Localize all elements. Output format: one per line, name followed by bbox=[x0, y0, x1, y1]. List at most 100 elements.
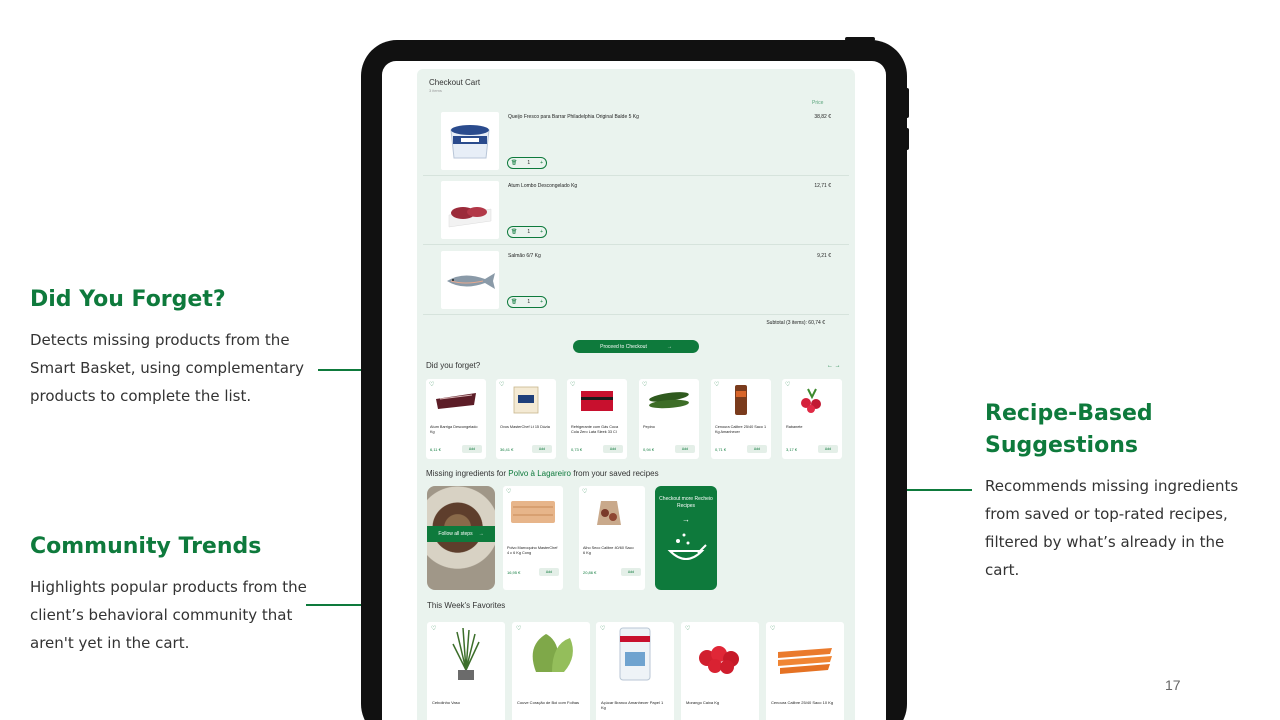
price-column-header: Price bbox=[812, 100, 824, 106]
product-image bbox=[735, 385, 747, 415]
callout-community-trends: Community Trends Highlights popular prod… bbox=[30, 531, 320, 657]
product-card[interactable]: ♡ Alho Seco Calibre 40/60 Saco 6 Kg 20,8… bbox=[579, 486, 645, 590]
product-name: Polvo Marroquino MasterChef 4 c 6 Kg Con… bbox=[507, 546, 558, 555]
callout-title: Community Trends bbox=[30, 534, 262, 559]
add-button[interactable]: Add bbox=[621, 568, 641, 576]
add-button[interactable]: Add bbox=[675, 445, 695, 453]
product-image bbox=[619, 627, 651, 681]
product-card[interactable]: ♡ Refrigerante com Gás Coca Cola Zero La… bbox=[567, 379, 627, 459]
product-image bbox=[649, 392, 689, 409]
product-name: Ovos MasterChef Lt 15 Dúzia bbox=[500, 425, 550, 429]
product-name: Refrigerante com Gás Coca Cola Zero Lata… bbox=[571, 425, 619, 434]
cart-subtotal: Subtotal (3 items): 60,74 € bbox=[766, 320, 825, 326]
callout-title: Recipe-Based Suggestions bbox=[985, 401, 1153, 458]
proceed-to-checkout-button[interactable]: Proceed to Checkout → bbox=[573, 340, 699, 353]
product-card[interactable]: ♡ Polvo Marroquino MasterChef 4 c 6 Kg C… bbox=[503, 486, 563, 590]
cart-title: Checkout Cart bbox=[429, 78, 481, 87]
favorite-product-card[interactable]: ♡ Couve Coração de Boi com Folhas bbox=[512, 622, 590, 720]
product-image bbox=[436, 393, 476, 409]
favorite-product-card[interactable]: ♡ Cenoura Calibre 25/40 Saco 10 Kg bbox=[766, 622, 844, 720]
plus-icon[interactable]: + bbox=[540, 160, 543, 166]
cooking-pan-icon bbox=[667, 533, 707, 560]
trash-icon[interactable]: 🗑 bbox=[511, 160, 517, 166]
quantity-value: 1 bbox=[527, 160, 531, 166]
heart-icon[interactable]: ♡ bbox=[431, 625, 436, 632]
product-name: Alho Seco Calibre 40/60 Saco 6 Kg bbox=[583, 546, 634, 555]
product-price: 6,11 € bbox=[430, 447, 441, 452]
product-image bbox=[801, 388, 821, 413]
favorite-product-card[interactable]: ♡ Morango Caixa Kg bbox=[681, 622, 759, 720]
add-button[interactable]: Add bbox=[462, 445, 482, 453]
cart-item-price: 9,21 € bbox=[817, 253, 831, 259]
heart-icon[interactable]: ♡ bbox=[685, 625, 690, 632]
product-name: Couve Coração de Boi com Folhas bbox=[517, 700, 580, 705]
product-price: 0,71 € bbox=[715, 447, 727, 452]
product-price: 3,17 € bbox=[786, 447, 798, 452]
add-button[interactable]: Add bbox=[532, 445, 552, 453]
quantity-value: 1 bbox=[527, 229, 531, 235]
callout-title: Did You Forget? bbox=[30, 287, 226, 312]
arrow-right-icon: → bbox=[478, 531, 484, 537]
product-card[interactable]: ♡ Cenoura Calibre 25/40 Saco 1 Kg Amanhe… bbox=[711, 379, 771, 459]
cart-item-name: Atum Lombo Descongelado Kg bbox=[508, 183, 578, 189]
quantity-stepper: 🗑 1 + bbox=[507, 296, 547, 308]
product-card[interactable]: ♡ Pepino 0,94 € Add bbox=[639, 379, 699, 459]
product-price: 0,73 € bbox=[571, 447, 583, 452]
product-name: Pepino bbox=[643, 425, 655, 429]
plus-icon[interactable]: + bbox=[540, 229, 543, 235]
callout-recipe-suggestions: Recipe-Based Suggestions Recommends miss… bbox=[985, 398, 1255, 584]
add-button[interactable]: Add bbox=[818, 445, 838, 453]
trash-icon[interactable]: 🗑 bbox=[511, 299, 517, 305]
add-button[interactable]: Add bbox=[747, 445, 767, 453]
trash-icon[interactable]: 🗑 bbox=[511, 229, 517, 235]
checkout-button-label: Proceed to Checkout bbox=[600, 343, 647, 350]
cart-item-count: 3 items bbox=[429, 88, 442, 93]
product-name: Cebolinho Vaso bbox=[432, 700, 460, 705]
product-card[interactable]: ♡ Rabanete 3,17 € Add bbox=[782, 379, 842, 459]
product-price: 36,41 € bbox=[500, 447, 514, 452]
callout-text: Recommends missing ingredients from save… bbox=[985, 477, 1239, 579]
product-price: 20,86 € bbox=[583, 570, 597, 575]
cart-item-price: 12,71 € bbox=[814, 183, 831, 189]
product-card[interactable]: ♡ Atum Barriga Descongelado Kg 6,11 € Ad… bbox=[426, 379, 486, 459]
heart-icon[interactable]: ♡ bbox=[600, 625, 605, 632]
recipe-photo[interactable]: Follow all steps → bbox=[427, 486, 495, 590]
page-number: 17 bbox=[1165, 677, 1181, 693]
arrow-right-icon: → bbox=[682, 515, 690, 524]
product-image bbox=[441, 181, 499, 239]
tablet-screen: Checkout Cart 3 items Price Queijo Fresc… bbox=[382, 61, 886, 720]
arrow-right-icon: → bbox=[666, 343, 672, 350]
plus-icon[interactable]: + bbox=[540, 299, 543, 305]
product-image bbox=[532, 634, 573, 672]
add-button[interactable]: Add bbox=[603, 445, 623, 453]
favorite-product-card[interactable]: ♡ Cebolinho Vaso bbox=[427, 622, 505, 720]
missing-ingredients-title: Missing ingredients for Polvo à Lagareir… bbox=[426, 469, 659, 478]
product-name: Rabanete bbox=[786, 425, 803, 429]
cart-item-price: 38,82 € bbox=[814, 114, 831, 120]
cart-item: Salmão 6/7 Kg 9,21 € 🗑 1 + bbox=[423, 247, 849, 315]
more-recipes-card[interactable]: Checkout more Recheio Recipes → bbox=[655, 486, 717, 590]
more-recipes-label: Checkout more Recheio Recipes bbox=[659, 496, 713, 509]
callout-did-you-forget: Did You Forget? Detects missing products… bbox=[30, 284, 320, 410]
callout-text: Highlights popular products from the cli… bbox=[30, 578, 307, 652]
callout-text: Detects missing products from the Smart … bbox=[30, 331, 304, 405]
heart-icon[interactable]: ♡ bbox=[770, 625, 775, 632]
quantity-value: 1 bbox=[527, 299, 531, 305]
product-image bbox=[778, 648, 832, 674]
quantity-stepper: 🗑 1 + bbox=[507, 157, 547, 169]
carousel-arrows[interactable]: ← → bbox=[827, 363, 841, 369]
recipe-name-link[interactable]: Polvo à Lagareiro bbox=[508, 469, 571, 478]
product-name: Cenoura Calibre 25/40 Saco 1 Kg Amanhece… bbox=[715, 425, 767, 434]
favorite-product-card[interactable]: ♡ Açúcar Branco Amanhecer Papel 1 Kg bbox=[596, 622, 674, 720]
title-suffix: from your saved recipes bbox=[573, 469, 659, 478]
follow-all-steps-button[interactable]: Follow all steps → bbox=[427, 526, 495, 542]
weekly-favorites-title: This Week's Favorites bbox=[427, 601, 506, 610]
quantity-stepper: 🗑 1 + bbox=[507, 226, 547, 238]
product-name: Morango Caixa Kg bbox=[686, 700, 720, 705]
checkout-app: Checkout Cart 3 items Price Queijo Fresc… bbox=[417, 69, 855, 720]
add-button[interactable]: Add bbox=[539, 568, 559, 576]
product-image bbox=[699, 646, 739, 674]
product-card[interactable]: ♡ Ovos MasterChef Lt 15 Dúzia 36,41 € Ad… bbox=[496, 379, 556, 459]
heart-icon[interactable]: ♡ bbox=[516, 625, 521, 632]
follow-button-label: Follow all steps bbox=[438, 531, 473, 537]
